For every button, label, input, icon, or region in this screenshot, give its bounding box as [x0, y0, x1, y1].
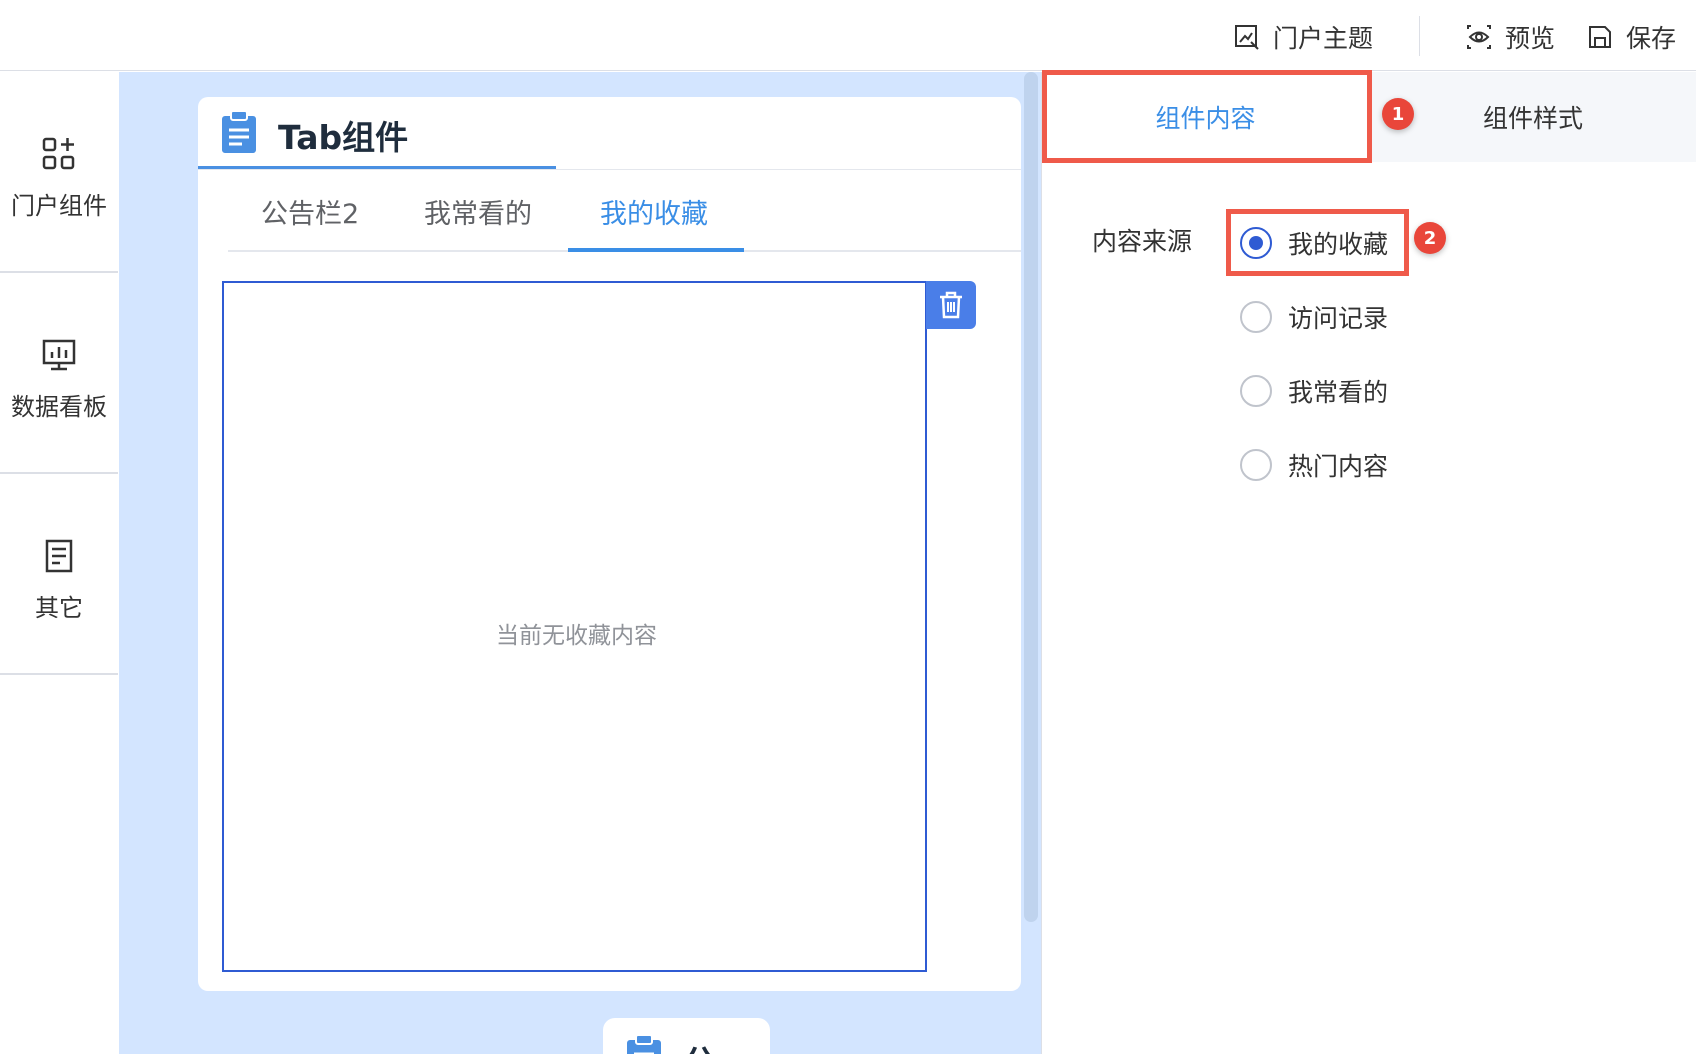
tab-component-card[interactable]: Tab组件 公告栏2 我常看的 我的收藏 当前无收藏内容	[198, 97, 1021, 991]
empty-state-text: 当前无收藏内容	[496, 623, 657, 649]
radio-label: 访问记录	[1288, 304, 1389, 333]
toolbar-divider	[1419, 16, 1420, 56]
radio-visit-history[interactable]: 访问记录	[1240, 297, 1388, 337]
content-tabs: 公告栏2 我常看的 我的收藏	[228, 170, 1021, 252]
save-icon	[1589, 26, 1611, 48]
radio-my-favorites[interactable]: 我的收藏	[1240, 223, 1388, 263]
content-source-label: 内容来源	[1092, 227, 1193, 256]
radio-label: 我常看的	[1288, 378, 1389, 407]
sidebar-item-portal-components[interactable]: 门户组件	[0, 72, 118, 273]
dashboard-icon	[41, 335, 77, 375]
tab-component-content[interactable]: 组件内容	[1042, 72, 1369, 162]
radio-label: 热门内容	[1288, 452, 1389, 481]
eye-icon	[1467, 25, 1491, 49]
step-badge-1: 1	[1382, 98, 1414, 130]
radio-unchecked-icon	[1240, 375, 1272, 407]
sidebar-item-data-dashboard[interactable]: 数据看板	[0, 273, 118, 474]
radio-unchecked-icon	[1240, 301, 1272, 333]
tab-bulletin[interactable]: 公告栏2	[261, 192, 359, 231]
panel-tabs: 组件内容 组件样式	[1042, 72, 1696, 162]
portal-theme-button[interactable]: 门户主题	[1233, 20, 1373, 54]
clipboard-icon	[625, 1034, 663, 1054]
radio-hot-content[interactable]: 热门内容	[1240, 445, 1388, 485]
top-toolbar: 门户主题 预览 保存	[0, 0, 1696, 71]
portal-theme-label: 门户主题	[1273, 24, 1374, 53]
radio-label: 我的收藏	[1288, 230, 1389, 259]
properties-panel: 组件内容 组件样式 1 内容来源 我的收藏 访问记录 我常看的 热门内容 2	[1041, 70, 1696, 1054]
trash-icon	[940, 291, 962, 319]
tab-frequently-viewed[interactable]: 我常看的	[424, 192, 532, 231]
next-component-card[interactable]: 公	[603, 1018, 770, 1054]
radio-checked-icon	[1240, 227, 1272, 259]
component-sidebar: 门户组件 数据看板 其它	[0, 72, 118, 1054]
portal-editor: 门户主题 预览 保存 门户组件 数据看板 其它 Tab组件 公告栏2 我常看的 …	[0, 0, 1696, 1054]
preview-button[interactable]: 预览	[1465, 20, 1555, 54]
clipboard-icon	[220, 110, 258, 158]
save-button[interactable]: 保存	[1586, 20, 1676, 54]
theme-icon	[1235, 25, 1259, 50]
grid-plus-icon	[41, 134, 77, 174]
sidebar-item-other[interactable]: 其它	[0, 474, 118, 675]
radio-frequently-viewed[interactable]: 我常看的	[1240, 371, 1388, 411]
save-label: 保存	[1626, 24, 1677, 53]
tab-component-style[interactable]: 组件样式	[1369, 72, 1696, 162]
document-icon	[41, 536, 77, 576]
step-badge-2: 2	[1414, 222, 1446, 254]
next-card-title: 公	[683, 1036, 716, 1054]
active-tab-indicator	[568, 248, 744, 252]
card-title: Tab组件	[278, 118, 409, 157]
canvas-scrollbar[interactable]	[1024, 72, 1038, 922]
design-canvas: Tab组件 公告栏2 我常看的 我的收藏 当前无收藏内容	[119, 72, 1041, 1054]
sidebar-item-label: 其它	[35, 594, 83, 622]
delete-button[interactable]	[926, 281, 976, 329]
radio-unchecked-icon	[1240, 449, 1272, 481]
sidebar-item-label: 数据看板	[11, 393, 107, 421]
tab-my-favorites[interactable]: 我的收藏	[600, 192, 708, 231]
preview-label: 预览	[1505, 24, 1556, 53]
tab-content-area[interactable]: 当前无收藏内容	[222, 281, 927, 972]
sidebar-item-label: 门户组件	[11, 192, 107, 220]
card-header: Tab组件	[198, 97, 1021, 170]
sidebar-divider	[0, 673, 118, 675]
